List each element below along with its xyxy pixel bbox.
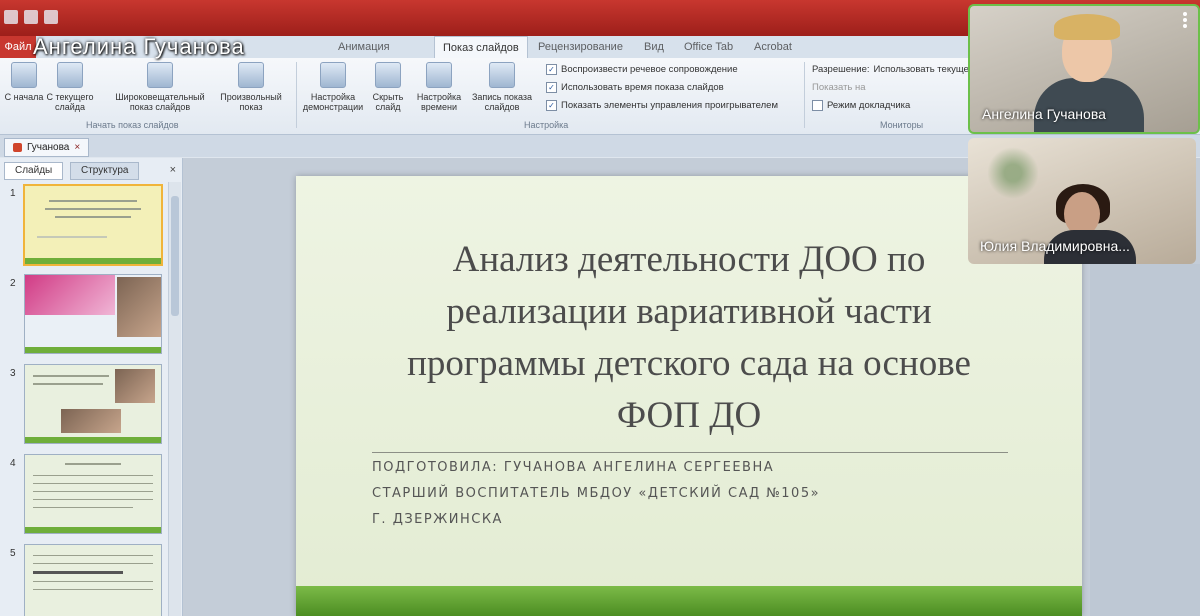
ribbon-separator [296, 62, 297, 128]
slide-thumbnail[interactable] [24, 544, 162, 616]
setup-icon [320, 62, 346, 88]
slide-number: 5 [10, 548, 16, 559]
slide-subtitle-city[interactable]: Г. ДЗЕРЖИНСКА [372, 512, 503, 527]
slide-thumbnail[interactable] [24, 454, 162, 534]
from-beginning-button[interactable]: С начала [4, 62, 44, 102]
tab-office-tab[interactable]: Office Tab [676, 36, 741, 58]
checkmark-icon: ✓ [546, 82, 557, 93]
record-slideshow-button[interactable]: Запись показа слайдов [470, 62, 534, 112]
play-narrations-checkbox[interactable]: ✓ Воспроизвести речевое сопровождение [546, 64, 738, 75]
participant-tile[interactable]: Юлия Владимировна... [968, 138, 1196, 264]
setup-slideshow-button[interactable]: Настройка демонстрации [300, 62, 366, 112]
tab-animation[interactable]: Анимация [330, 36, 398, 58]
close-icon[interactable]: × [170, 164, 176, 176]
projector-icon [11, 62, 37, 88]
document-tab[interactable]: Гучанова × [4, 138, 90, 157]
ribbon-separator [804, 62, 805, 128]
broadcast-slideshow-button[interactable]: Широковещательный показ слайдов [108, 62, 212, 112]
participant-name: Ангелина Гучанова [982, 106, 1106, 122]
participant-name: Юлия Владимировна... [980, 238, 1130, 254]
presenter-name-overlay: Ангелина Гучанова [33, 34, 245, 59]
slide-thumbnail[interactable] [24, 274, 162, 354]
panel-tabs: Слайды Структура × [0, 162, 182, 180]
slide-number: 2 [10, 278, 16, 289]
slide-footer-band [296, 586, 1082, 616]
slide-subtitle-position[interactable]: СТАРШИЙ ВОСПИТАТЕЛЬ МБДОУ «ДЕТСКИЙ САД №… [372, 486, 820, 501]
group-label-setup: Настройка [524, 120, 569, 130]
timer-icon [426, 62, 452, 88]
resolution-select[interactable]: Разрешение: Использовать текущее [812, 64, 974, 75]
slide-thumbnails: 1 2 3 4 5 [0, 182, 168, 616]
from-current-slide-button[interactable]: С текущего слайда [44, 62, 96, 112]
slide-thumbnail[interactable] [23, 184, 163, 266]
checkbox-icon [812, 100, 823, 111]
undo-icon[interactable] [24, 10, 38, 24]
custom-show-button[interactable]: Произвольный показ [214, 62, 288, 112]
slide-title[interactable]: Анализ деятельности ДОО по реализации ва… [356, 234, 1022, 442]
current-slide[interactable]: Анализ деятельности ДОО по реализации ва… [296, 176, 1082, 616]
tab-slides[interactable]: Слайды [4, 162, 64, 180]
group-label-start: Начать показ слайдов [86, 120, 179, 130]
record-icon [489, 62, 515, 88]
scrollbar-thumb[interactable] [171, 196, 179, 316]
broadcast-icon [147, 62, 173, 88]
tab-view[interactable]: Вид [636, 36, 672, 58]
participant-tile-speaker[interactable]: Ангелина Гучанова [968, 4, 1200, 134]
custom-show-icon [238, 62, 264, 88]
workarea-margin [1090, 264, 1200, 616]
slides-panel: Слайды Структура × 1 2 3 4 5 [0, 158, 183, 616]
slide-number: 3 [10, 368, 16, 379]
show-media-controls-checkbox[interactable]: ✓ Показать элементы управления проигрыват… [546, 100, 778, 111]
slide-number: 1 [10, 188, 16, 199]
slide-thumbnail[interactable] [24, 364, 162, 444]
save-icon[interactable] [4, 10, 18, 24]
quick-access-toolbar [4, 10, 58, 24]
show-on-select[interactable]: Показать на [812, 82, 866, 93]
rehearse-timings-button[interactable]: Настройка времени [414, 62, 464, 112]
slide-number: 4 [10, 458, 16, 469]
checkmark-icon: ✓ [546, 100, 557, 111]
thumbnails-scrollbar[interactable] [168, 182, 181, 616]
checkmark-icon: ✓ [546, 64, 557, 75]
tab-acrobat[interactable]: Acrobat [746, 36, 800, 58]
tab-review[interactable]: Рецензирование [530, 36, 631, 58]
projector-icon [57, 62, 83, 88]
tab-outline[interactable]: Структура [70, 162, 140, 180]
tab-slideshow[interactable]: Показ слайдов [434, 36, 528, 59]
slide-subtitle-author[interactable]: ПОДГОТОВИЛА: ГУЧАНОВА АНГЕЛИНА СЕРГЕЕВНА [372, 460, 774, 475]
close-icon[interactable]: × [74, 139, 80, 156]
presenter-view-checkbox[interactable]: Режим докладчика [812, 100, 910, 111]
more-options-icon[interactable] [1176, 10, 1194, 30]
redo-icon[interactable] [44, 10, 58, 24]
group-label-monitors: Мониторы [880, 120, 924, 130]
hide-slide-button[interactable]: Скрыть слайд [368, 62, 408, 112]
powerpoint-file-icon [13, 143, 22, 152]
tab-file[interactable]: Файл [0, 36, 36, 58]
use-timings-checkbox[interactable]: ✓ Использовать время показа слайдов [546, 82, 724, 93]
hide-slide-icon [375, 62, 401, 88]
divider [372, 452, 1008, 453]
